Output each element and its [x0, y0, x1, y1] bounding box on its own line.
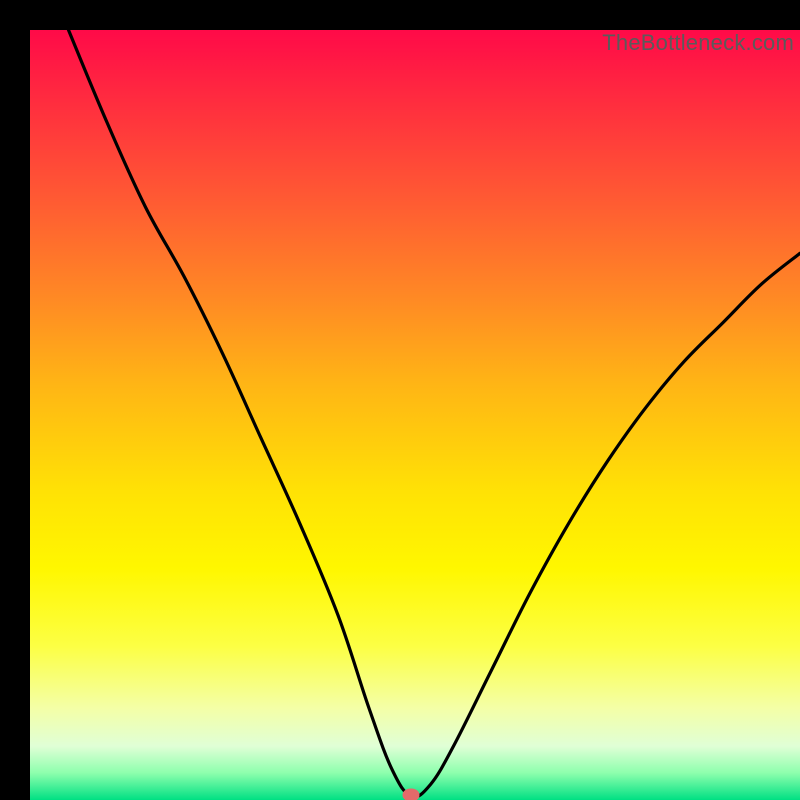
optimal-point-marker: [403, 789, 420, 800]
bottleneck-curve: [30, 30, 800, 800]
plot-area: TheBottleneck.com: [30, 30, 800, 800]
chart-frame: TheBottleneck.com: [15, 15, 785, 785]
